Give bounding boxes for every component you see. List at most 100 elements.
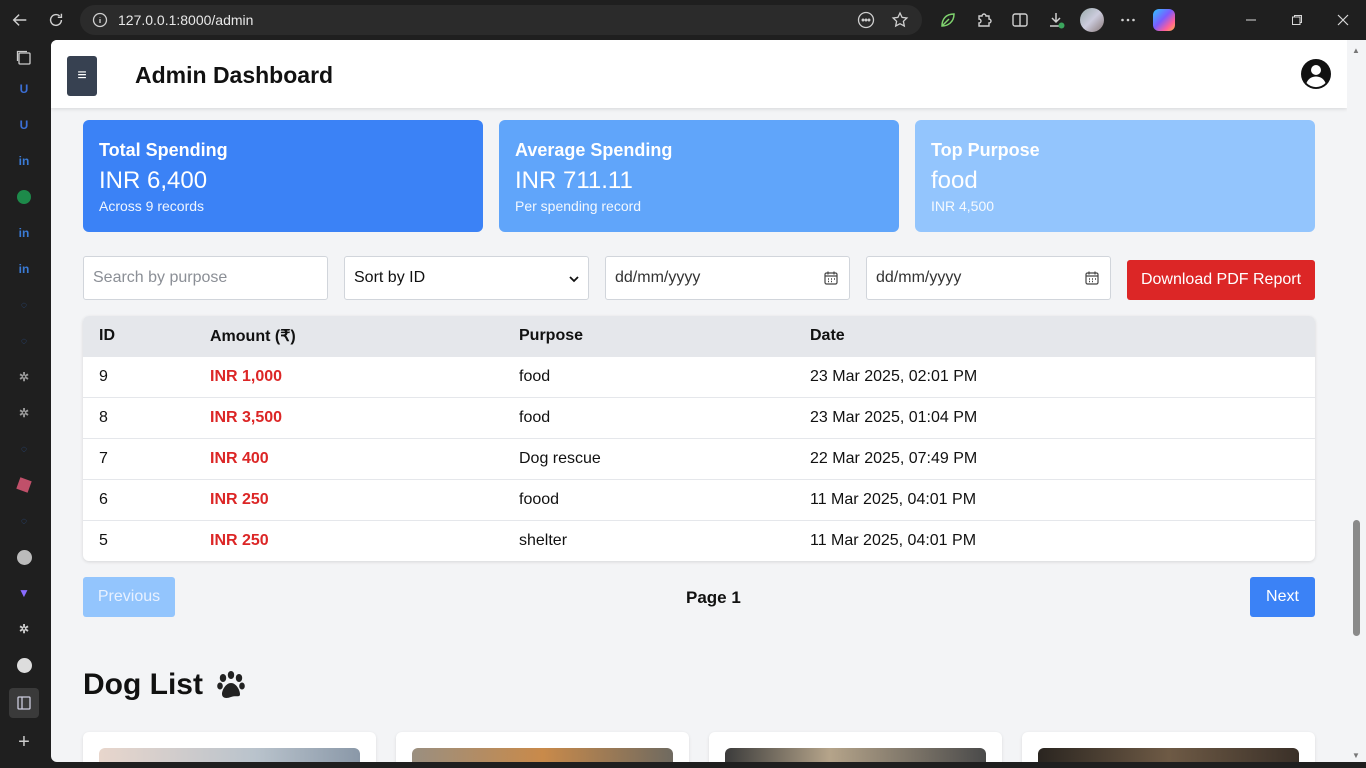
dog-photo (99, 748, 360, 762)
extensions-puzzle-icon[interactable] (966, 2, 1002, 38)
back-icon[interactable] (2, 2, 38, 38)
minimize-icon[interactable] (1228, 0, 1274, 40)
cell-amount: INR 1,000 (210, 368, 283, 385)
cell-amount: INR 400 (210, 450, 269, 467)
search-site-icon[interactable]: ◌ (12, 509, 36, 533)
linkedin-icon[interactable]: in (12, 221, 36, 245)
search-input[interactable]: Search by purpose (83, 256, 328, 300)
reload-icon[interactable] (38, 2, 74, 38)
previous-page-button[interactable]: Previous (83, 577, 175, 617)
page-title: Admin Dashboard (135, 62, 334, 88)
sort-select[interactable]: Sort by ID (344, 256, 589, 300)
linkedin-icon[interactable]: in (12, 257, 36, 281)
dog-photo (412, 748, 673, 762)
browser-sidebar: U U in in in ◌ ◌ ✲ ✲ ◌ ◌ ▼ ✲ + (0, 40, 48, 768)
table-row: 6 INR 250 foood 11 Mar 2025, 04:01 PM (83, 479, 1315, 520)
paw-print-icon (217, 671, 245, 698)
hamburger-icon: ≡ (77, 67, 87, 84)
card-value: INR 711.11 (515, 167, 633, 194)
more-options-icon[interactable] (1110, 2, 1146, 38)
cell-amount: INR 250 (210, 491, 269, 508)
dog-photo (725, 748, 986, 762)
linkedin-icon[interactable]: in (12, 149, 36, 173)
chatgpt-icon[interactable]: ✲ (12, 365, 36, 389)
calendar-icon[interactable] (823, 270, 839, 286)
card-subtitle: INR 4,500 (931, 198, 995, 214)
favorite-star-icon[interactable] (886, 6, 914, 34)
pinned-site-green-icon[interactable] (12, 185, 36, 209)
cell-id: 5 (99, 532, 108, 549)
menu-toggle-button[interactable]: ≡ (67, 56, 97, 96)
dog-card[interactable] (709, 732, 1002, 762)
column-header-amount: Amount (₹) (210, 328, 296, 345)
browser-toolbar: 127.0.0.1:8000/admin (0, 0, 1366, 40)
dog-card[interactable] (1022, 732, 1315, 762)
date-to-placeholder: dd/mm/yyyy (876, 269, 962, 286)
cell-date: 22 Mar 2025, 07:49 PM (810, 450, 978, 467)
github-icon[interactable] (12, 545, 36, 569)
address-bar[interactable]: 127.0.0.1:8000/admin (80, 5, 922, 35)
card-value: food (931, 167, 978, 194)
cell-purpose: food (519, 368, 551, 385)
scroll-down-icon[interactable]: ▼ (1352, 751, 1360, 760)
date-to-input[interactable]: dd/mm/yyyy (866, 256, 1111, 300)
top-purpose-card: Top Purpose food INR 4,500 (915, 120, 1315, 232)
search-site-icon[interactable]: ◌ (12, 329, 36, 353)
restore-icon[interactable] (1274, 0, 1320, 40)
window-bottom-edge (0, 762, 1366, 768)
reader-mode-icon[interactable] (852, 6, 880, 34)
search-site-icon[interactable]: ◌ (12, 293, 36, 317)
split-screen-icon[interactable] (1002, 2, 1038, 38)
cell-id: 6 (99, 491, 108, 508)
cell-amount: INR 3,500 (210, 409, 283, 426)
download-pdf-button[interactable]: Download PDF Report (1127, 260, 1315, 300)
cell-date: 23 Mar 2025, 02:01 PM (810, 368, 978, 385)
cell-id: 8 (99, 409, 108, 426)
date-from-placeholder: dd/mm/yyyy (615, 269, 701, 286)
user-account-icon[interactable] (1300, 58, 1332, 90)
table-row: 5 INR 250 shelter 11 Mar 2025, 04:01 PM (83, 520, 1315, 561)
dog-card[interactable] (83, 732, 376, 762)
url-text: 127.0.0.1:8000/admin (118, 12, 254, 28)
cell-purpose: Dog rescue (519, 450, 601, 467)
vite-icon[interactable]: ▼ (12, 581, 36, 605)
chatgpt-icon[interactable]: ✲ (12, 617, 36, 641)
dog-card[interactable] (396, 732, 689, 762)
add-icon[interactable]: + (12, 730, 36, 754)
chatgpt-icon[interactable]: ✲ (12, 401, 36, 425)
card-title: Total Spending (99, 140, 228, 160)
downloads-icon[interactable] (1038, 2, 1074, 38)
copilot-icon[interactable] (1146, 2, 1182, 38)
date-from-input[interactable]: dd/mm/yyyy (605, 256, 850, 300)
card-title: Average Spending (515, 140, 673, 160)
site-info-icon[interactable] (92, 12, 108, 28)
close-icon[interactable] (1320, 0, 1366, 40)
next-page-button[interactable]: Next (1250, 577, 1315, 617)
sort-selected-value: Sort by ID (354, 269, 426, 286)
scrollbar-thumb[interactable] (1353, 520, 1360, 636)
card-title: Top Purpose (931, 140, 1040, 160)
page-scrollbar[interactable]: ▲ ▼ (1347, 40, 1366, 762)
table-row: 9 INR 1,000 food 23 Mar 2025, 02:01 PM (83, 356, 1315, 397)
profile-avatar-icon[interactable] (1074, 2, 1110, 38)
pinned-site-u-icon[interactable]: U (12, 77, 36, 101)
extension-leaf-icon[interactable] (930, 2, 966, 38)
tabs-icon[interactable] (12, 46, 36, 70)
chevron-down-icon (569, 276, 579, 283)
column-header-purpose: Purpose (519, 327, 584, 344)
reading-view-icon[interactable] (9, 688, 39, 718)
table-row: 8 INR 3,500 food 23 Mar 2025, 01:04 PM (83, 397, 1315, 438)
github-icon[interactable] (12, 653, 36, 677)
card-value: INR 6,400 (99, 167, 208, 194)
dog-list-title: Dog List (83, 668, 203, 701)
search-site-icon[interactable]: ◌ (12, 437, 36, 461)
cell-date: 11 Mar 2025, 04:01 PM (810, 532, 977, 549)
app-header: ≡ Admin Dashboard (51, 40, 1347, 108)
total-spending-card: Total Spending INR 6,400 Across 9 record… (83, 120, 483, 232)
table-header: ID Amount (₹) Purpose Date (83, 316, 1315, 356)
scroll-up-icon[interactable]: ▲ (1352, 46, 1360, 55)
pinned-site-red-icon[interactable] (12, 473, 36, 497)
pinned-site-u2-icon[interactable]: U (12, 113, 36, 137)
calendar-icon[interactable] (1084, 270, 1100, 286)
cell-purpose: foood (519, 491, 560, 508)
